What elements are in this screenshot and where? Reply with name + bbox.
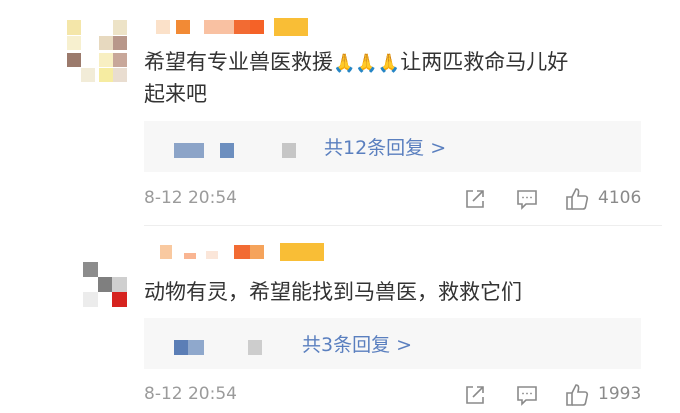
comment-divider — [144, 225, 662, 226]
username-redacted[interactable] — [144, 18, 314, 42]
share-icon[interactable] — [463, 187, 487, 211]
avatar[interactable] — [80, 262, 150, 332]
reply-preview-box[interactable]: 共12条回复 > — [144, 121, 641, 172]
like-icon[interactable] — [563, 381, 591, 409]
like-count: 4106 — [598, 188, 642, 208]
comment-item: 动物有灵，希望能找到马兽医，救救它们 共3条回复 > 8-12 20:54 19… — [0, 227, 680, 413]
pray-emoji-icon: 🙏🙏🙏 — [333, 53, 401, 74]
share-icon[interactable] — [463, 383, 487, 407]
comment-text: 希望有专业兽医救援🙏🙏🙏让两匹救命马儿好 起来吧 — [144, 50, 569, 106]
comment-icon[interactable] — [515, 383, 539, 407]
comment-text: 动物有灵，希望能找到马兽医，救救它们 — [144, 280, 522, 304]
comment-icon[interactable] — [515, 187, 539, 211]
comment-item: 希望有专业兽医救援🙏🙏🙏让两匹救命马儿好 起来吧 共12条回复 > 8-12 2… — [0, 0, 680, 216]
view-replies-link[interactable]: 共3条回复 > — [302, 330, 412, 357]
like-count: 1993 — [598, 384, 642, 404]
username-redacted[interactable] — [144, 243, 324, 267]
reply-preview-box[interactable]: 共3条回复 > — [144, 318, 641, 369]
avatar[interactable] — [67, 20, 137, 90]
comment-timestamp: 8-12 20:54 — [144, 384, 237, 404]
view-replies-link[interactable]: 共12条回复 > — [324, 133, 446, 160]
comment-timestamp: 8-12 20:54 — [144, 188, 237, 208]
like-icon[interactable] — [563, 185, 591, 213]
